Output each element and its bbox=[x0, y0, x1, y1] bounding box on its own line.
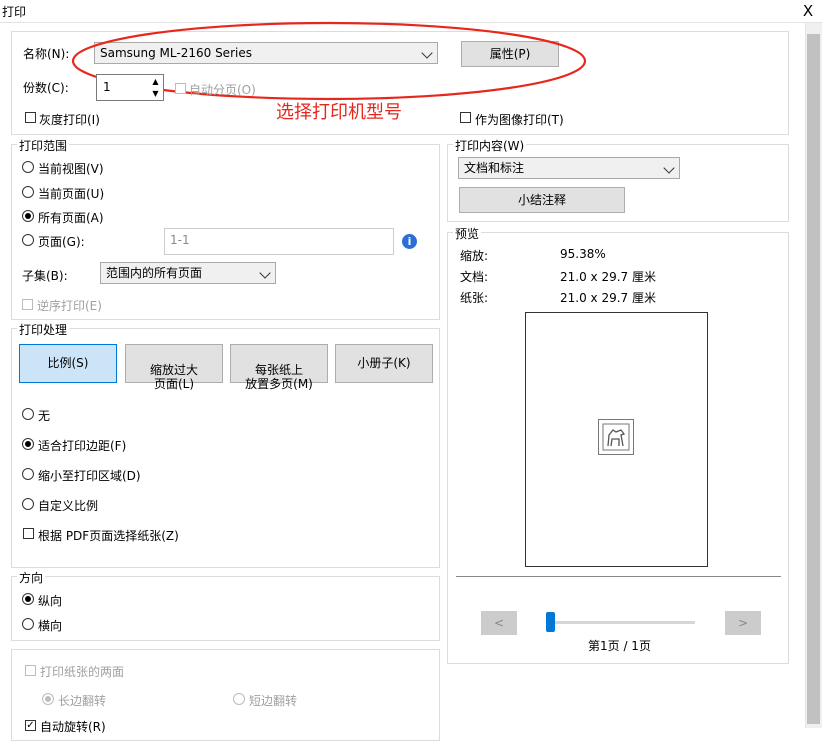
page-indicator: 第1页 / 1页 bbox=[588, 639, 651, 653]
tab-multiple-pages[interactable]: 每张纸上 放置多页(M) bbox=[230, 344, 328, 391]
paper-label: 纸张: bbox=[460, 291, 489, 305]
print-as-image-label: 作为图像打印(T) bbox=[475, 113, 564, 127]
pages-input-value: 1-1 bbox=[170, 233, 190, 247]
radio-all-pages[interactable] bbox=[22, 210, 34, 222]
tab-scale-label: 比例(S) bbox=[47, 356, 89, 370]
fit-margins-label: 适合打印边距(F) bbox=[38, 439, 127, 453]
collate-checkbox[interactable] bbox=[175, 83, 186, 94]
radio-custom-scale[interactable] bbox=[22, 498, 34, 510]
landscape-label: 横向 bbox=[38, 619, 63, 633]
pages-input[interactable]: 1-1 bbox=[164, 228, 394, 255]
zoom-label: 缩放: bbox=[460, 249, 489, 263]
tab-shrink-oversized[interactable]: 缩放过大 页面(L) bbox=[125, 344, 223, 391]
subset-label: 子集(B): bbox=[22, 269, 68, 283]
copies-value: 1 bbox=[103, 80, 111, 94]
copies-label: 份数(C): bbox=[23, 81, 69, 95]
radio-scale-none[interactable] bbox=[22, 408, 34, 420]
grayscale-checkbox[interactable] bbox=[25, 112, 36, 123]
pdf-paper-checkbox[interactable] bbox=[23, 528, 34, 539]
print-as-image-checkbox[interactable] bbox=[460, 112, 471, 123]
reverse-checkbox[interactable] bbox=[22, 299, 33, 310]
print-content-title: 打印内容(W) bbox=[453, 137, 527, 154]
annotation-text: 选择打印机型号 bbox=[276, 102, 402, 123]
previous-page-button[interactable]: < bbox=[481, 611, 517, 635]
document-label: 文档: bbox=[460, 270, 489, 284]
collate-label: 自动分页(O) bbox=[189, 83, 256, 97]
both-sides-checkbox[interactable] bbox=[25, 665, 36, 676]
copies-stepper[interactable]: 1 ▲ ▼ bbox=[96, 74, 164, 101]
pdf-paper-label: 根据 PDF页面选择纸张(Z) bbox=[38, 529, 179, 543]
pages-label: 页面(G): bbox=[38, 235, 85, 249]
auto-rotate-label: 自动旋转(R) bbox=[40, 720, 106, 734]
shrink-area-label: 缩小至打印区域(D) bbox=[38, 469, 141, 483]
long-edge-label: 长边翻转 bbox=[58, 694, 107, 708]
auto-rotate-checkbox[interactable]: ✓ bbox=[25, 720, 36, 731]
tab-booklet[interactable]: 小册子(K) bbox=[335, 344, 433, 383]
print-content-value: 文档和标注 bbox=[464, 161, 525, 175]
current-view-label: 当前视图(V) bbox=[38, 162, 104, 176]
radio-pages[interactable] bbox=[22, 234, 34, 246]
page-slider-track[interactable] bbox=[547, 621, 695, 624]
tab-multiple-pages-label: 每张纸上 放置多页(M) bbox=[245, 363, 313, 391]
radio-shrink-area[interactable] bbox=[22, 468, 34, 480]
tab-booklet-label: 小册子(K) bbox=[357, 356, 411, 370]
chevron-down-icon bbox=[663, 162, 675, 174]
tab-scale[interactable]: 比例(S) bbox=[19, 344, 117, 383]
document-image-icon bbox=[598, 419, 634, 455]
printer-name-label: 名称(N): bbox=[23, 47, 70, 61]
scale-none-label: 无 bbox=[38, 409, 51, 423]
subset-select[interactable]: 范围内的所有页面 bbox=[100, 262, 276, 284]
paper-value: 21.0 x 29.7 厘米 bbox=[560, 291, 656, 305]
stepper-down-icon[interactable]: ▼ bbox=[149, 88, 162, 99]
radio-portrait[interactable] bbox=[22, 593, 34, 605]
orientation-title: 方向 bbox=[17, 569, 46, 586]
stepper-up-icon[interactable]: ▲ bbox=[149, 76, 162, 87]
tab-shrink-oversized-label: 缩放过大 页面(L) bbox=[149, 363, 198, 391]
page-slider-thumb[interactable] bbox=[546, 612, 555, 632]
radio-fit-margins[interactable] bbox=[22, 438, 34, 450]
document-value: 21.0 x 29.7 厘米 bbox=[560, 270, 656, 284]
summarize-comments-button[interactable]: 小结注释 bbox=[459, 187, 625, 213]
horse-icon bbox=[602, 423, 630, 451]
portrait-label: 纵向 bbox=[38, 594, 63, 608]
window-title: 打印 bbox=[2, 5, 27, 19]
preview-divider bbox=[456, 576, 781, 577]
radio-landscape[interactable] bbox=[22, 618, 34, 630]
radio-current-view[interactable] bbox=[22, 161, 34, 173]
radio-long-edge[interactable] bbox=[42, 693, 54, 705]
grayscale-label: 灰度打印(I) bbox=[39, 113, 100, 127]
preview-title: 预览 bbox=[453, 225, 482, 242]
dialog-scrollbar-thumb[interactable] bbox=[807, 34, 820, 724]
info-icon[interactable]: i bbox=[402, 234, 417, 249]
print-content-select[interactable]: 文档和标注 bbox=[458, 157, 680, 179]
short-edge-label: 短边翻转 bbox=[249, 694, 298, 708]
print-range-title: 打印范围 bbox=[17, 137, 70, 154]
custom-scale-label: 自定义比例 bbox=[38, 499, 99, 513]
radio-short-edge[interactable] bbox=[233, 693, 245, 705]
print-handling-title: 打印处理 bbox=[17, 321, 70, 338]
radio-current-page[interactable] bbox=[22, 186, 34, 198]
chevron-down-icon bbox=[259, 267, 271, 279]
orientation-panel bbox=[11, 576, 440, 641]
subset-select-value: 范围内的所有页面 bbox=[106, 266, 203, 280]
both-sides-label: 打印纸张的两面 bbox=[40, 665, 125, 679]
zoom-value: 95.38% bbox=[560, 247, 606, 261]
reverse-label: 逆序打印(E) bbox=[37, 299, 102, 313]
all-pages-label: 所有页面(A) bbox=[38, 211, 104, 225]
next-page-button[interactable]: > bbox=[725, 611, 761, 635]
current-page-label: 当前页面(U) bbox=[38, 187, 105, 201]
close-button[interactable]: X bbox=[798, 2, 818, 20]
